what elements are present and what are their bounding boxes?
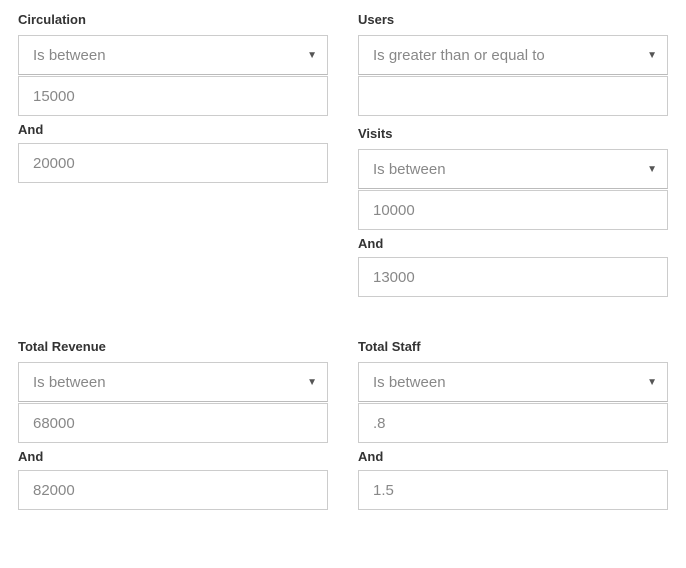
visits-value1-input[interactable] xyxy=(358,190,668,230)
circulation-operator-value: Is between xyxy=(33,47,106,64)
and-label: And xyxy=(358,449,668,464)
users-value1-input[interactable] xyxy=(358,76,668,116)
total-staff-value2-input[interactable] xyxy=(358,470,668,510)
visits-value2-input[interactable] xyxy=(358,257,668,297)
total-revenue-operator-value: Is between xyxy=(33,374,106,391)
total-revenue-operator-select[interactable]: Is between ▼ xyxy=(18,362,328,402)
circulation-value1-input[interactable] xyxy=(18,76,328,116)
visits-label: Visits xyxy=(358,126,668,141)
total-revenue-value1-input[interactable] xyxy=(18,403,328,443)
and-label: And xyxy=(358,236,668,251)
circulation-value2-input[interactable] xyxy=(18,143,328,183)
total-revenue-label: Total Revenue xyxy=(18,339,328,354)
total-staff-label: Total Staff xyxy=(358,339,668,354)
filter-users: Users Is greater than or equal to ▼ xyxy=(358,12,668,116)
total-staff-value1-input[interactable] xyxy=(358,403,668,443)
users-label: Users xyxy=(358,12,668,27)
visits-operator-value: Is between xyxy=(373,161,446,178)
filter-total-revenue: Total Revenue Is between ▼ And xyxy=(18,339,328,510)
users-operator-select[interactable]: Is greater than or equal to ▼ xyxy=(358,35,668,75)
filter-circulation: Circulation Is between ▼ And xyxy=(18,12,328,297)
chevron-down-icon: ▼ xyxy=(307,377,317,388)
users-operator-value: Is greater than or equal to xyxy=(373,47,545,64)
circulation-operator-select[interactable]: Is between ▼ xyxy=(18,35,328,75)
chevron-down-icon: ▼ xyxy=(647,377,657,388)
and-label: And xyxy=(18,449,328,464)
total-revenue-value2-input[interactable] xyxy=(18,470,328,510)
total-staff-operator-select[interactable]: Is between ▼ xyxy=(358,362,668,402)
chevron-down-icon: ▼ xyxy=(307,50,317,61)
filter-visits: Visits Is between ▼ And xyxy=(358,126,668,297)
visits-operator-select[interactable]: Is between ▼ xyxy=(358,149,668,189)
and-label: And xyxy=(18,122,328,137)
chevron-down-icon: ▼ xyxy=(647,164,657,175)
total-staff-operator-value: Is between xyxy=(373,374,446,391)
chevron-down-icon: ▼ xyxy=(647,50,657,61)
circulation-label: Circulation xyxy=(18,12,328,27)
filter-total-staff: Total Staff Is between ▼ And xyxy=(358,339,668,510)
